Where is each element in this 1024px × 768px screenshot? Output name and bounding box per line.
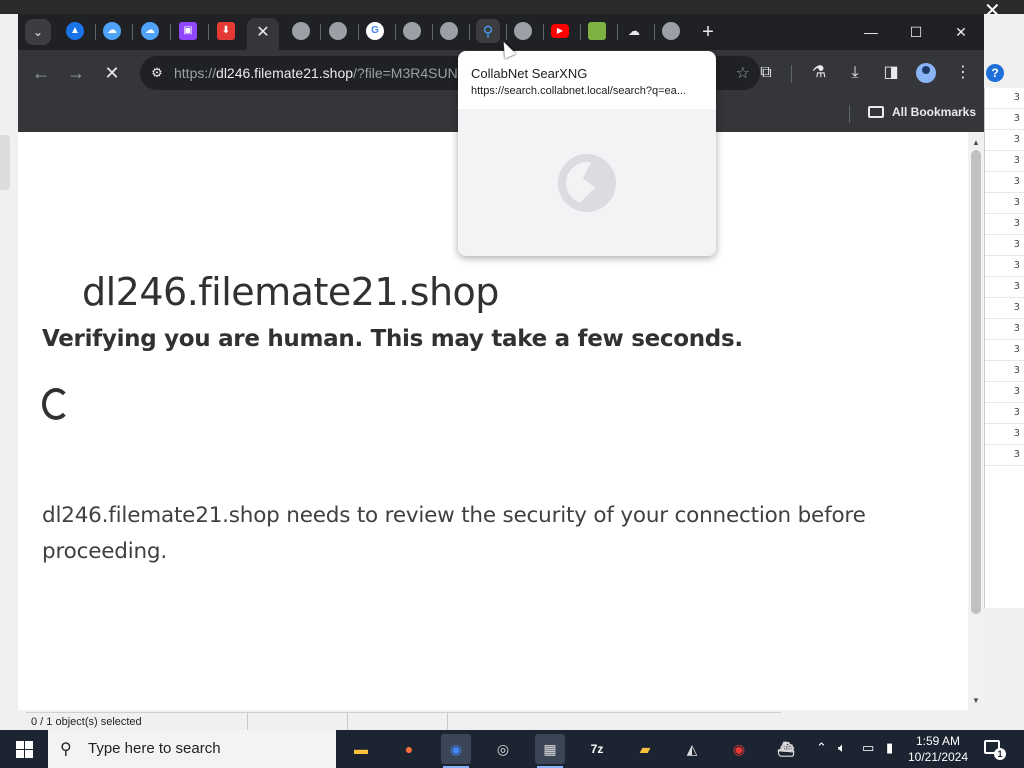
background-list-row: 3 xyxy=(985,151,1024,172)
hover-card-preview xyxy=(458,109,716,256)
background-list-row: 3 xyxy=(985,214,1024,235)
review-message: dl246.filemate21.shop needs to review th… xyxy=(42,503,866,564)
ship-icon[interactable]: ⛴ xyxy=(771,734,801,764)
taskbar-search-box[interactable]: ⚲ Type here to search xyxy=(48,730,336,768)
tab-download-icon[interactable]: ⬇ xyxy=(217,22,235,40)
tab-cloud-upload-icon[interactable]: ☁ xyxy=(625,22,643,40)
globe-icon xyxy=(558,154,616,212)
loading-spinner-icon xyxy=(42,388,70,420)
tab-map-icon[interactable] xyxy=(588,22,606,40)
labs-flask-icon[interactable]: ⚗ xyxy=(806,60,832,86)
hover-card-url: https://search.collabnet.local/search?q=… xyxy=(471,85,686,97)
folder-icon xyxy=(868,106,884,118)
search-placeholder: Type here to search xyxy=(88,740,221,757)
background-list-row: 3 xyxy=(985,445,1024,466)
taskbar: ⚲ Type here to search ▬ ● ◉ ◎ ▦ 7z ▰ ◭ ◉… xyxy=(0,730,1024,768)
close-window-icon[interactable]: ✕ xyxy=(938,18,984,46)
tab-active[interactable]: ✕ xyxy=(247,18,279,50)
chrome-icon[interactable]: ◉ xyxy=(441,734,471,768)
background-list-row: 3 xyxy=(985,88,1024,109)
menu-kebab-icon[interactable]: ⋮ xyxy=(950,60,976,86)
background-list-row: 3 xyxy=(985,424,1024,445)
hover-card-title: CollabNet SearXNG xyxy=(471,66,588,81)
tab-cloud-icon[interactable]: ☁ xyxy=(103,22,121,40)
tab-globe-icon-3[interactable] xyxy=(403,22,421,40)
background-list-row: 3 xyxy=(985,277,1024,298)
background-list-row: 3 xyxy=(985,256,1024,277)
volume-icon[interactable]: 🔈︎ xyxy=(838,740,846,756)
new-tab-plus-icon[interactable]: + xyxy=(696,20,720,44)
tab-globe-icon-4[interactable] xyxy=(440,22,458,40)
taskbar-clock[interactable]: 1:59 AM 10/21/2024 xyxy=(902,733,974,765)
background-list-row: 3 xyxy=(985,382,1024,403)
tab-globe-icon-5[interactable] xyxy=(514,22,532,40)
tab-globe-icon[interactable] xyxy=(292,22,310,40)
side-panel-icon[interactable]: ◨ xyxy=(878,60,904,86)
notification-count: 1 xyxy=(994,748,1006,760)
background-title-strip xyxy=(0,0,1024,14)
background-list-row: 3 xyxy=(985,319,1024,340)
background-list-row: 3 xyxy=(985,340,1024,361)
address-url[interactable]: https://dl246.filemate21.shop/?file=M3R4… xyxy=(174,65,458,81)
close-tab-icon[interactable]: ✕ xyxy=(247,18,279,48)
video-editor-icon[interactable]: ▦ xyxy=(535,734,565,768)
background-list-row: 3 xyxy=(985,403,1024,424)
background-list-row: 3 xyxy=(985,361,1024,382)
clock-date: 10/21/2024 xyxy=(907,750,969,764)
background-list-column: 333333333333333333 xyxy=(984,88,1024,608)
tab-cloud-icon-2[interactable]: ☁ xyxy=(141,22,159,40)
tray-chevron-up-icon[interactable]: ⌃ xyxy=(816,740,827,756)
tab-google-icon[interactable]: G xyxy=(366,22,384,40)
tab-youtube-icon[interactable]: ▶ xyxy=(551,24,569,38)
background-list-row: 3 xyxy=(985,298,1024,319)
tab-globe-icon-6[interactable] xyxy=(662,22,680,40)
7zip-icon[interactable]: 7z xyxy=(582,734,612,764)
page-title: dl246.filemate21.shop xyxy=(82,270,499,314)
profile-avatar-icon[interactable] xyxy=(916,63,936,83)
windows-start-icon[interactable] xyxy=(0,730,48,768)
clock-time: 1:59 AM xyxy=(915,734,961,748)
background-close-icon[interactable]: ✕ xyxy=(984,1,1002,21)
stop-loading-icon[interactable]: ✕ xyxy=(99,60,125,86)
minimize-icon[interactable]: — xyxy=(848,18,894,46)
background-list-row: 3 xyxy=(985,130,1024,151)
maximize-icon[interactable]: ☐ xyxy=(893,18,939,46)
tab-twitch-icon[interactable]: ▣ xyxy=(179,22,197,40)
page-scrollbar[interactable]: ▲ ▼ xyxy=(968,132,984,710)
back-arrow-icon[interactable]: ← xyxy=(28,60,54,86)
scroll-down-icon[interactable]: ▼ xyxy=(972,696,980,705)
extensions-icon[interactable]: ⧉ xyxy=(753,60,779,86)
tab-triangle-app-icon[interactable]: ▲ xyxy=(66,22,84,40)
background-list-row: 3 xyxy=(985,109,1024,130)
all-bookmarks-button[interactable]: All Bookmarks xyxy=(892,105,976,119)
tab-search-icon[interactable]: ⚲ xyxy=(476,19,500,43)
paint-icon[interactable]: ▰ xyxy=(630,734,660,764)
background-list-row: 3 xyxy=(985,235,1024,256)
search-icon: ⚲ xyxy=(60,741,72,758)
firefox-icon[interactable]: ● xyxy=(394,734,424,764)
tab-hover-card: CollabNet SearXNG https://search.collabn… xyxy=(458,51,716,256)
background-list-row: 3 xyxy=(985,193,1024,214)
forward-arrow-icon[interactable]: → xyxy=(63,60,89,86)
scroll-up-icon[interactable]: ▲ xyxy=(972,138,980,147)
status-text: 0 / 1 object(s) selected xyxy=(31,716,142,728)
file-explorer-icon[interactable]: ▬ xyxy=(346,734,376,764)
scroll-thumb[interactable] xyxy=(971,150,981,614)
background-list-row: 3 xyxy=(985,172,1024,193)
downloads-icon[interactable]: ⤓ xyxy=(842,60,868,86)
verify-message: Verifying you are human. This may take a… xyxy=(42,326,743,352)
site-info-icon[interactable]: ⚙ xyxy=(148,64,166,82)
network-icon[interactable]: ▭ xyxy=(862,740,874,756)
bookmark-star-icon[interactable]: ☆ xyxy=(736,63,750,83)
record-icon[interactable]: ◉ xyxy=(724,734,754,764)
background-status-bar: 0 / 1 object(s) selected xyxy=(26,712,781,731)
tab-search-chevron-down-icon[interactable]: ⌄ xyxy=(25,19,51,45)
tab-globe-icon-2[interactable] xyxy=(329,22,347,40)
obs-icon[interactable]: ◎ xyxy=(488,734,518,764)
microphone-icon[interactable]: ▮ xyxy=(886,740,893,756)
background-left-handle xyxy=(0,135,10,190)
help-icon[interactable]: ? xyxy=(986,64,1004,82)
inkscape-icon[interactable]: ◭ xyxy=(677,734,707,764)
